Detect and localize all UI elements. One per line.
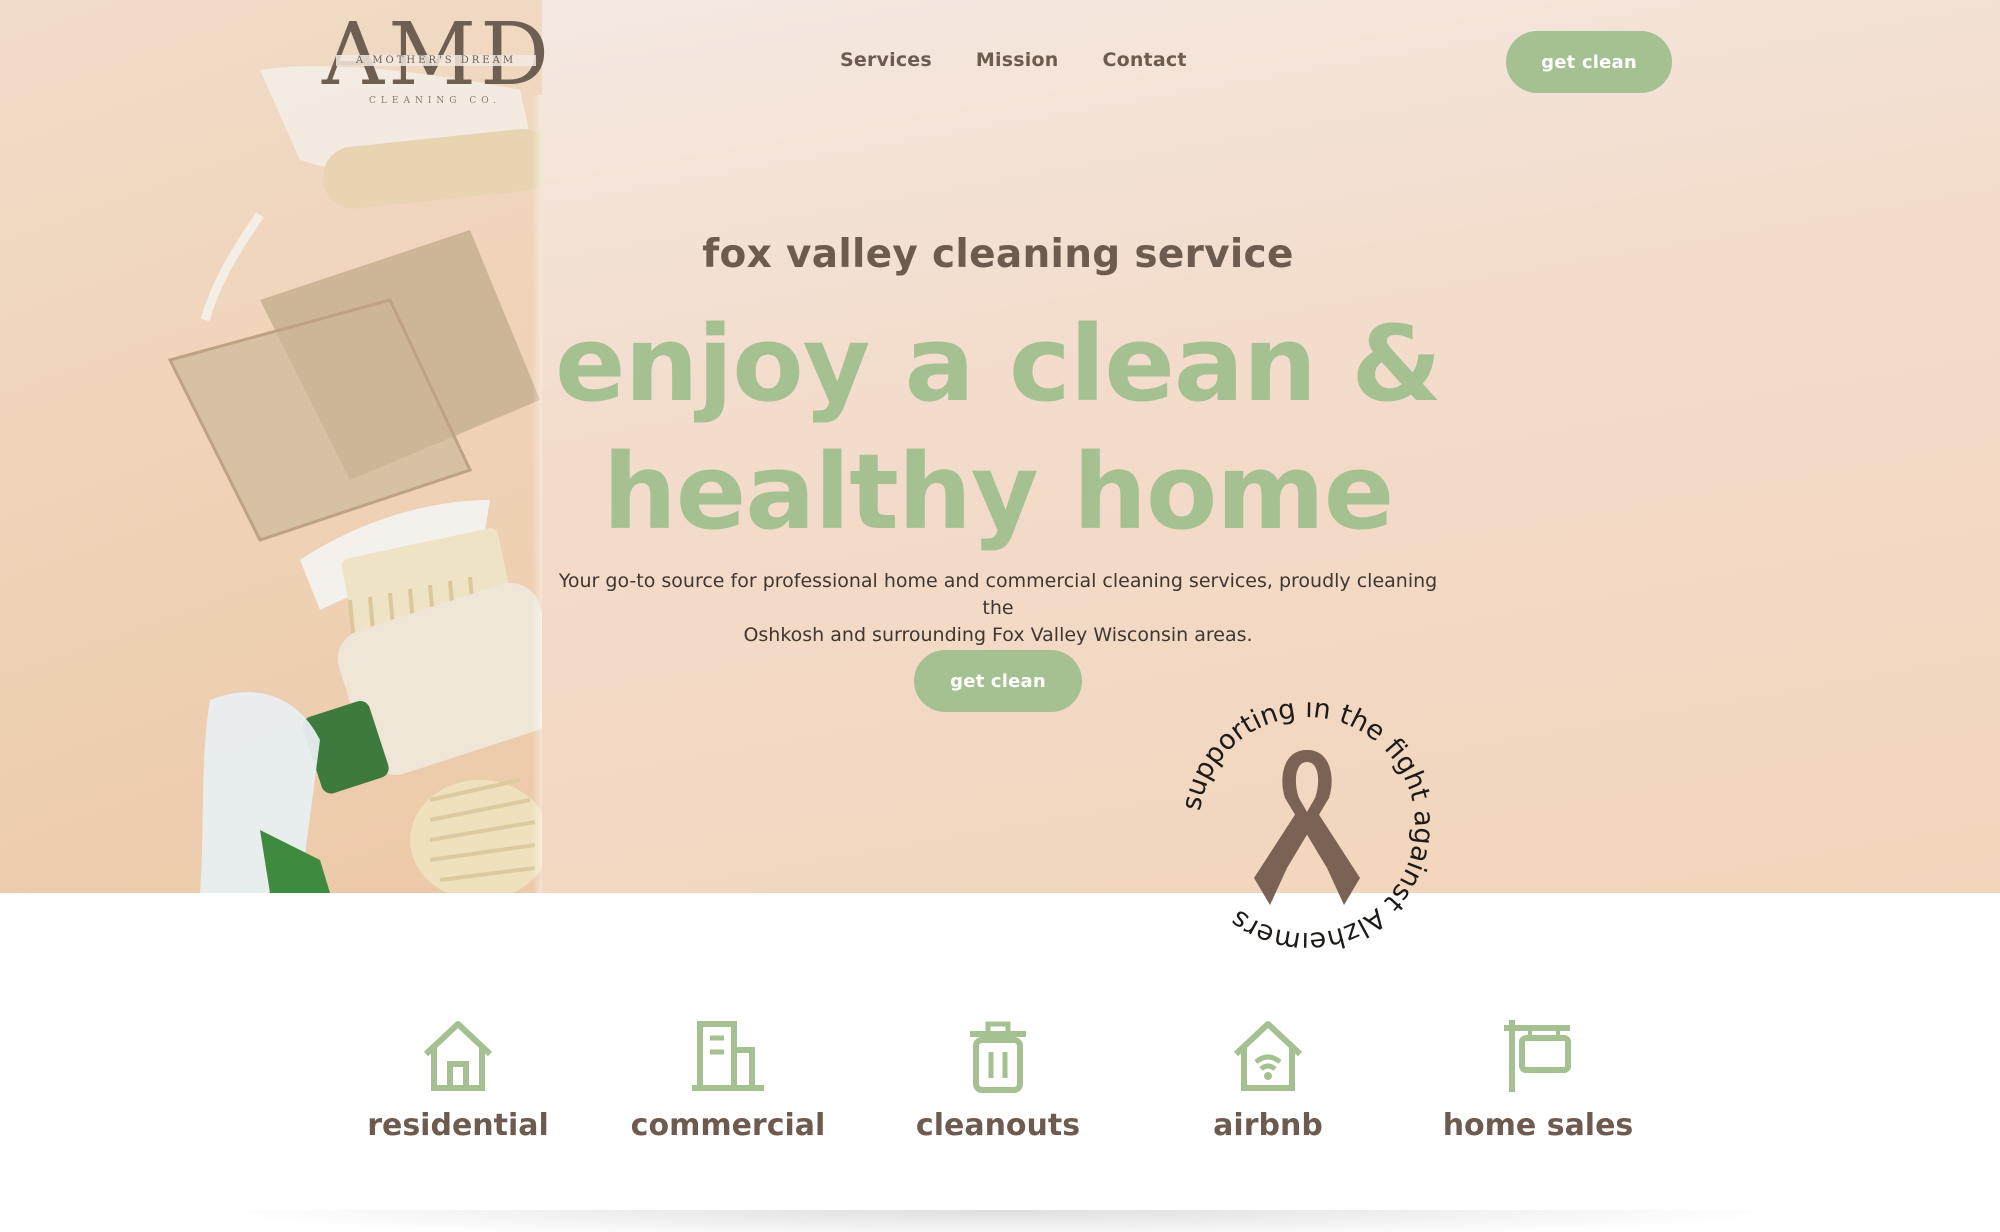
service-residential[interactable]: residential	[338, 1010, 578, 1160]
house-icon	[423, 1021, 493, 1091]
hero-description-line2: Oshkosh and surrounding Fox Valley Wisco…	[743, 624, 1253, 646]
cleaning-supplies-photo	[0, 0, 542, 893]
service-label: home sales	[1442, 1108, 1634, 1143]
hero-section: fox valley cleaning service enjoy a clea…	[0, 0, 2000, 893]
nav-contact-link[interactable]: Contact	[1102, 49, 1186, 71]
site-header: AMD A MOTHER'S DREAM CLEANING CO. Servic…	[0, 0, 2000, 120]
service-label: residential	[367, 1108, 549, 1143]
nav-services-link[interactable]: Services	[840, 49, 932, 71]
sign-post-icon	[1504, 1020, 1571, 1092]
hero-headline-line1: enjoy a clean &	[554, 303, 1442, 425]
service-commercial[interactable]: commercial	[608, 1010, 848, 1160]
service-label: commercial	[630, 1108, 826, 1143]
hero-description: Your go-to source for professional home …	[548, 568, 1448, 649]
hero-headline-line2: healthy home	[602, 431, 1395, 553]
hero-get-clean-button[interactable]: get clean	[914, 650, 1082, 712]
section-divider-shadow	[200, 1210, 1800, 1232]
house-wifi-icon	[1233, 1021, 1303, 1091]
cleaning-supplies-illustration	[167, 66, 542, 893]
service-airbnb[interactable]: airbnb	[1148, 1010, 1388, 1160]
alzheimers-support-badge: supporting in the fight against Alzheime…	[1176, 693, 1439, 957]
logo-subtitle: CLEANING CO.	[369, 96, 501, 106]
trash-can-icon	[970, 1021, 1026, 1093]
service-home-sales[interactable]: home sales	[1418, 1010, 1658, 1160]
hero-headline: enjoy a clean & healthy home	[520, 300, 1476, 556]
main-nav: Services Mission Contact	[840, 49, 1187, 71]
logo-tagline: A MOTHER'S DREAM	[336, 55, 536, 66]
service-label: cleanouts	[915, 1108, 1081, 1143]
ribbon-icon	[1254, 750, 1360, 905]
nav-mission-link[interactable]: Mission	[976, 49, 1059, 71]
hero-kicker: fox valley cleaning service	[702, 232, 1294, 277]
building-icon	[692, 1021, 764, 1091]
services-row: residential commercial cleanouts airbnb …	[300, 1010, 1700, 1160]
header-get-clean-button[interactable]: get clean	[1506, 31, 1672, 93]
service-cleanouts[interactable]: cleanouts	[878, 1010, 1118, 1160]
service-label: airbnb	[1213, 1108, 1323, 1143]
hero-description-line1: Your go-to source for professional home …	[558, 570, 1438, 619]
logo[interactable]: AMD A MOTHER'S DREAM CLEANING CO.	[322, 12, 549, 112]
